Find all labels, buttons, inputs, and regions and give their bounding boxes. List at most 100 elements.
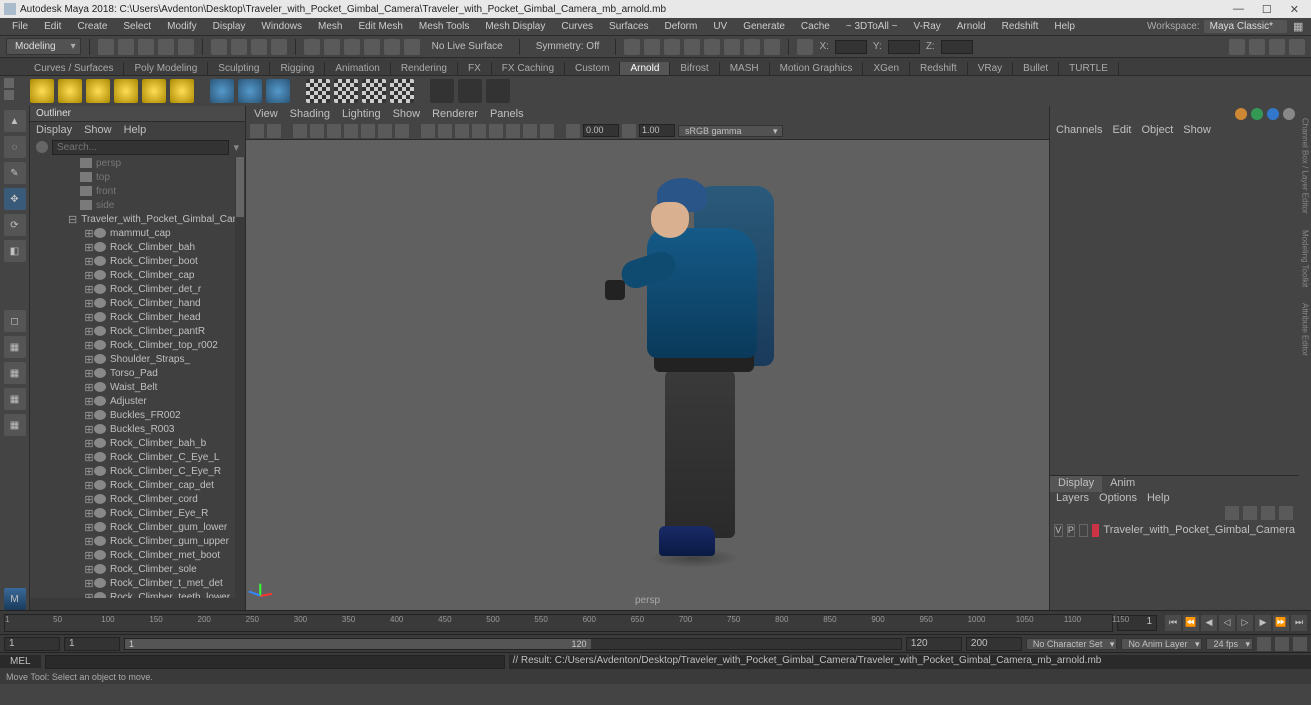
range-track[interactable]: 1 120 xyxy=(124,638,902,650)
menu-v-ray[interactable]: V-Ray xyxy=(906,21,949,32)
expand-icon[interactable]: ⊞ xyxy=(84,591,94,599)
layer-name[interactable]: Traveler_with_Pocket_Gimbal_Camera xyxy=(1103,524,1295,536)
menu-curves[interactable]: Curves xyxy=(553,21,601,32)
outliner-item[interactable]: ⊞Rock_Climber_cap_det xyxy=(30,478,245,492)
outliner-item[interactable]: ⊞Rock_Climber_bah xyxy=(30,240,245,254)
paint-tool[interactable]: ✎ xyxy=(4,162,26,184)
outliner-menu-help[interactable]: Help xyxy=(124,124,147,136)
expand-icon[interactable]: ⊞ xyxy=(84,325,94,338)
cb-menu-edit[interactable]: Edit xyxy=(1112,124,1131,136)
play-forward-button[interactable]: ▷ xyxy=(1237,615,1253,631)
layer-menu-options[interactable]: Options xyxy=(1099,492,1137,506)
tx-manager-icon[interactable] xyxy=(334,79,358,103)
expand-icon[interactable]: ⊞ xyxy=(84,535,94,548)
layer-menu-help[interactable]: Help xyxy=(1147,492,1170,506)
layer-menu-layers[interactable]: Layers xyxy=(1056,492,1089,506)
menu-create[interactable]: Create xyxy=(69,21,115,32)
outliner-camera-front[interactable]: front xyxy=(30,184,245,198)
script-lang-toggle[interactable]: MEL xyxy=(0,655,41,668)
vp-gamma-field[interactable]: 1.00 xyxy=(639,124,675,137)
vp-xray-joints-icon[interactable] xyxy=(540,124,554,138)
auto-key-toggle-icon[interactable] xyxy=(1257,637,1271,651)
snap-surface-icon[interactable] xyxy=(384,39,400,55)
vp-exposure-icon[interactable] xyxy=(566,124,580,138)
snap-grid-icon[interactable] xyxy=(304,39,320,55)
vp-gate-mask-icon[interactable] xyxy=(344,124,358,138)
vp-shaded-icon[interactable] xyxy=(438,124,452,138)
shelf-nav-icon[interactable] xyxy=(4,90,14,100)
go-end-button[interactable]: ⏭ xyxy=(1291,615,1307,631)
shelf-tab-motion-graphics[interactable]: Motion Graphics xyxy=(770,62,864,75)
cb-speed-icon[interactable] xyxy=(1283,108,1295,120)
shelf-tab-bifrost[interactable]: Bifrost xyxy=(670,62,719,75)
layer-move-up-icon[interactable] xyxy=(1225,506,1239,520)
lasso-icon[interactable] xyxy=(231,39,247,55)
outliner-menu-display[interactable]: Display xyxy=(36,124,72,136)
outliner-item[interactable]: ⊞Rock_Climber_boot xyxy=(30,254,245,268)
paint-select-icon[interactable] xyxy=(251,39,267,55)
shelf-tab-custom[interactable]: Custom xyxy=(565,62,620,75)
outliner-item[interactable]: ⊞Rock_Climber_t_met_det xyxy=(30,576,245,590)
flush-cache-icon[interactable] xyxy=(362,79,386,103)
skydome-light-icon[interactable] xyxy=(58,79,82,103)
menu-mesh-display[interactable]: Mesh Display xyxy=(477,21,553,32)
playback-prefs-icon[interactable] xyxy=(1293,637,1307,651)
vp-menu-show[interactable]: Show xyxy=(393,108,421,120)
character-set-dropdown[interactable]: No Character Set xyxy=(1026,638,1118,650)
outliner-hscrollbar[interactable] xyxy=(30,598,245,610)
menu-windows[interactable]: Windows xyxy=(253,21,310,32)
cb-sync-icon[interactable] xyxy=(1251,108,1263,120)
outliner-toggle-icon[interactable]: ▦ xyxy=(4,414,26,436)
outliner-item[interactable]: ⊞Rock_Climber_cap xyxy=(30,268,245,282)
expand-icon[interactable]: ⊞ xyxy=(84,381,94,394)
layer-visibility-toggle[interactable]: V xyxy=(1054,524,1063,537)
menu-select[interactable]: Select xyxy=(115,21,159,32)
vp-resolution-gate-icon[interactable] xyxy=(327,124,341,138)
ipr-icon[interactable] xyxy=(644,39,660,55)
shelf-tab-turtle[interactable]: TURTLE xyxy=(1059,62,1119,75)
outliner-item[interactable]: ⊞Rock_Climber_pantR xyxy=(30,324,245,338)
create-shader-icon[interactable] xyxy=(306,79,330,103)
outliner-item[interactable]: ⊞Rock_Climber_gum_lower xyxy=(30,520,245,534)
layout-persp-outliner-icon[interactable]: ▦ xyxy=(4,388,26,410)
snap-point-icon[interactable] xyxy=(344,39,360,55)
expand-icon[interactable]: ⊞ xyxy=(84,451,94,464)
open-scene-icon[interactable] xyxy=(118,39,134,55)
cb-menu-object[interactable]: Object xyxy=(1141,124,1173,136)
fps-dropdown[interactable]: 24 fps xyxy=(1206,638,1253,650)
layout-single-icon[interactable]: ▦ xyxy=(4,336,26,358)
search-dropdown-icon[interactable]: ▾ xyxy=(233,141,239,154)
outliner-item[interactable]: ⊞Adjuster xyxy=(30,394,245,408)
select-tool[interactable]: ▲ xyxy=(4,110,26,132)
attribute-editor-tab[interactable]: Attribute Editor xyxy=(1301,303,1310,356)
sidebar-toggle-icon[interactable]: ▦ xyxy=(1293,20,1307,34)
play-back-button[interactable]: ◁ xyxy=(1219,615,1235,631)
vp-colorspace-dropdown[interactable]: sRGB gamma xyxy=(678,125,783,137)
set-key-icon[interactable] xyxy=(1275,637,1289,651)
layer-display-type[interactable] xyxy=(1079,524,1088,537)
cb-manip-icon[interactable] xyxy=(1235,108,1247,120)
outliner-item[interactable]: ⊞mammut_cap xyxy=(30,226,245,240)
command-input[interactable] xyxy=(45,655,505,669)
menu-redshift[interactable]: Redshift xyxy=(994,21,1047,32)
vp-shadows-icon[interactable] xyxy=(489,124,503,138)
expand-icon[interactable]: ⊞ xyxy=(84,269,94,282)
vp-menu-panels[interactable]: Panels xyxy=(490,108,524,120)
expand-icon[interactable]: ⊟ xyxy=(68,213,77,226)
render-view-icon[interactable] xyxy=(724,39,740,55)
minimize-button[interactable]: — xyxy=(1233,3,1244,16)
y-field[interactable] xyxy=(888,40,920,54)
cb-menu-channels[interactable]: Channels xyxy=(1056,124,1102,136)
menu-uv[interactable]: UV xyxy=(705,21,735,32)
layout-four-icon[interactable]: ▦ xyxy=(4,362,26,384)
outliner-camera-persp[interactable]: persp xyxy=(30,156,245,170)
outliner-item[interactable]: ⊞Rock_Climber_met_boot xyxy=(30,548,245,562)
menu-file[interactable]: File xyxy=(4,21,36,32)
tab-anim-layers[interactable]: Anim xyxy=(1102,476,1143,492)
outliner-search-input[interactable] xyxy=(52,140,229,155)
outliner-item[interactable]: ⊞Rock_Climber_C_Eye_L xyxy=(30,450,245,464)
render-icon[interactable] xyxy=(624,39,640,55)
expand-icon[interactable]: ⊞ xyxy=(84,283,94,296)
expand-icon[interactable]: ⊞ xyxy=(84,353,94,366)
x-field[interactable] xyxy=(835,40,867,54)
